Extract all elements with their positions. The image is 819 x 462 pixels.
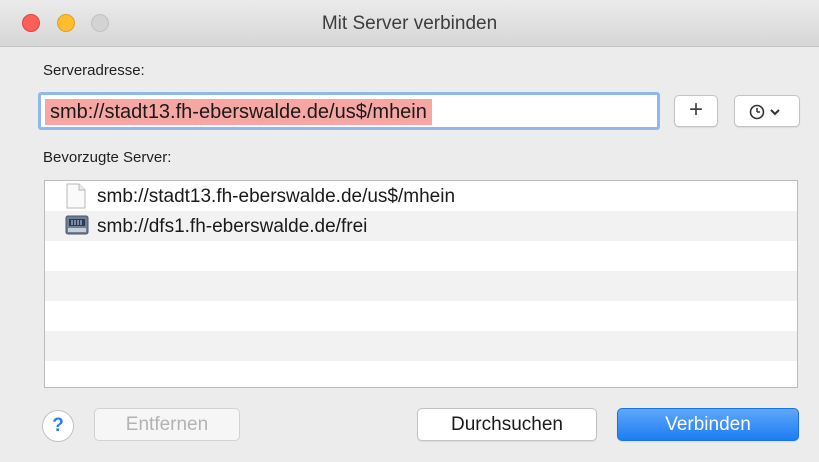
server-address: smb://stadt13.fh-eberswalde.de/us$/mhein: [97, 186, 456, 207]
empty-row: [45, 301, 797, 331]
server-address-input[interactable]: smb://stadt13.fh-eberswalde.de/us$/mhein: [45, 99, 432, 125]
connect-button[interactable]: Verbinden: [617, 408, 799, 441]
favorite-servers-list[interactable]: smb://stadt13.fh-eberswalde.de/us$/mhein…: [44, 180, 798, 388]
server-address: smb://dfs1.fh-eberswalde.de/frei: [97, 216, 368, 237]
server-address-label: Serveradresse:: [43, 62, 145, 79]
document-icon: [66, 183, 86, 209]
network-server-icon: [65, 215, 89, 235]
title-bar: Mit Server verbinden: [0, 0, 819, 47]
empty-row: [45, 331, 797, 361]
recent-servers-button[interactable]: [734, 95, 800, 127]
list-item[interactable]: smb://stadt13.fh-eberswalde.de/us$/mhein: [45, 181, 797, 211]
empty-row: [45, 361, 797, 387]
browse-button[interactable]: Durchsuchen: [417, 408, 597, 441]
list-item[interactable]: smb://dfs1.fh-eberswalde.de/frei: [45, 211, 797, 241]
window-title: Mit Server verbinden: [321, 13, 498, 34]
server-address-field[interactable]: smb://stadt13.fh-eberswalde.de/us$/mhein: [38, 92, 660, 130]
empty-row: [45, 241, 797, 271]
remove-button[interactable]: Entfernen: [94, 408, 240, 441]
empty-row: [45, 271, 797, 301]
clock-icon: [749, 104, 780, 120]
help-button[interactable]: ?: [42, 410, 74, 442]
favorite-servers-label: Bevorzugte Server:: [43, 149, 172, 166]
add-favorite-button[interactable]: +: [674, 95, 718, 127]
